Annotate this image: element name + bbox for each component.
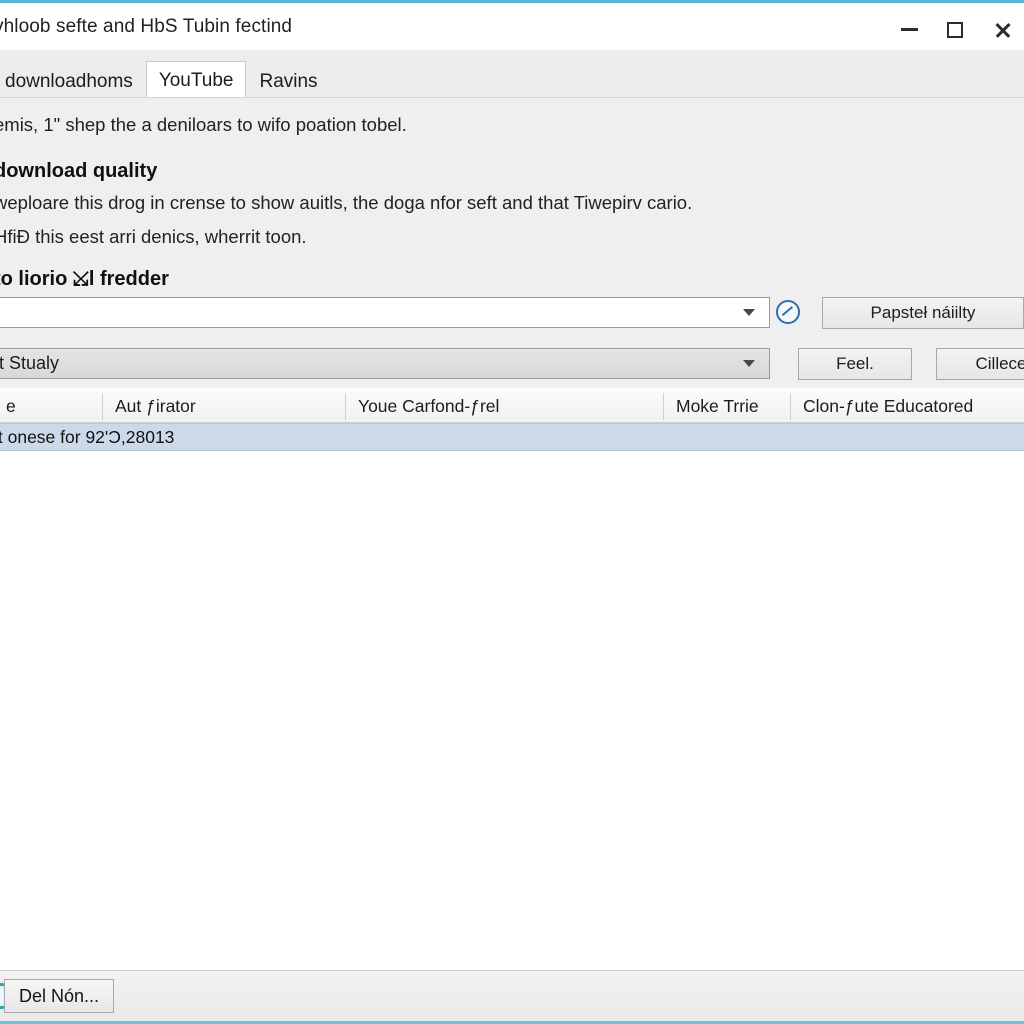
feel-button[interactable]: Feel.: [798, 348, 912, 380]
column-header-0[interactable]: e: [0, 396, 102, 417]
tab-youtube[interactable]: YouTube: [145, 61, 247, 98]
application-window: vhloob sefte and HbS Tubin fectind downl…: [0, 0, 1024, 1024]
table-header-row: e Aut ƒirator Youe Carfond-ƒrel Moke Trr…: [0, 390, 1024, 423]
settings-pane: emis, 1" shep the a deniloars to wifo po…: [0, 98, 1024, 388]
folder-combobox[interactable]: t Stualy: [0, 348, 770, 379]
column-divider[interactable]: [345, 393, 346, 420]
tab-ravins[interactable]: Ravins: [246, 64, 330, 98]
tab-list: downloadhoms YouTube Ravins: [0, 50, 331, 98]
quality-combobox[interactable]: [0, 297, 770, 328]
title-bar: vhloob sefte and HbS Tubin fectind: [0, 0, 1024, 50]
column-divider[interactable]: [102, 393, 103, 420]
tab-downloadhoms[interactable]: downloadhoms: [0, 64, 146, 98]
maximize-button[interactable]: [932, 8, 978, 52]
table-body-empty-area: [0, 451, 1024, 970]
column-divider[interactable]: [663, 393, 664, 420]
chevron-down-icon: [743, 309, 755, 316]
column-header-3[interactable]: Moke Trrie: [664, 396, 790, 417]
minimize-icon: [900, 28, 918, 31]
chevron-down-icon: [743, 360, 755, 367]
paste-quality-button[interactable]: Papsteł náiilty: [822, 297, 1024, 329]
folder-selector-row: t Stualy Feel. Cillece: [0, 348, 1024, 380]
quality-description-line-1: weploare this drog in crense to show aui…: [0, 192, 693, 213]
table-row[interactable]: lt onese for 92'Ɔ,28013: [0, 423, 1024, 451]
downloads-table: e Aut ƒirator Youe Carfond-ƒrel Moke Trr…: [0, 390, 1024, 970]
tab-strip: downloadhoms YouTube Ravins: [0, 50, 1024, 98]
window-controls: [886, 6, 1024, 53]
column-header-1[interactable]: Aut ƒirator: [103, 396, 345, 417]
blocked-circle-icon[interactable]: [776, 300, 800, 324]
minimize-button[interactable]: [886, 8, 932, 52]
folder-heading: to liorio ⤩l fredder: [0, 268, 169, 290]
column-header-4[interactable]: Clon-ƒute Educatored: [791, 396, 1024, 417]
close-icon: [994, 23, 1008, 37]
cillece-button[interactable]: Cillece: [936, 348, 1024, 380]
download-quality-heading: download quality: [0, 160, 158, 182]
quality-selector-row: Papsteł náiilty: [0, 297, 1024, 329]
column-header-2[interactable]: Youe Carfond-ƒrel: [346, 396, 663, 417]
quality-description-line-2: HfiÐ this eest arri denics, wherrit toon…: [0, 226, 307, 247]
intro-text: emis, 1" shep the a deniloars to wifo po…: [0, 114, 407, 135]
folder-combobox-value: t Stualy: [0, 353, 60, 373]
delete-button[interactable]: Del Nón...: [4, 979, 114, 1013]
maximize-icon: [947, 21, 963, 38]
table-row-label: lt onese for 92'Ɔ,28013: [0, 427, 175, 447]
column-divider[interactable]: [790, 393, 791, 420]
status-bar: Del Nón...: [0, 970, 1024, 1021]
close-button[interactable]: [978, 8, 1024, 52]
window-title: vhloob sefte and HbS Tubin fectind: [0, 16, 293, 37]
